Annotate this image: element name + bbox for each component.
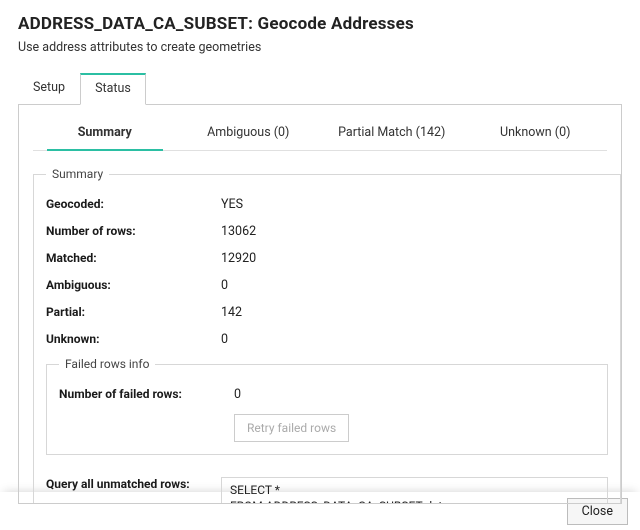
label-matched: Matched: [46, 251, 221, 265]
failed-rows-fieldset: Failed rows info Number of failed rows: … [46, 357, 608, 455]
row-failed-count: Number of failed rows: 0 [59, 381, 595, 408]
tab-setup[interactable]: Setup [18, 73, 80, 105]
tab-unknown[interactable]: Unknown (0) [464, 117, 608, 150]
summary-fieldset: Summary Geocoded: YES Number of rows: 13… [33, 167, 621, 504]
value-geocoded: YES [221, 197, 608, 212]
inner-tabs: Summary Ambiguous (0) Partial Match (142… [33, 117, 607, 151]
row-matched: Matched: 12920 [46, 245, 608, 272]
value-failed-count: 0 [234, 387, 595, 402]
status-panel: Summary Ambiguous (0) Partial Match (142… [18, 104, 622, 504]
label-num-rows: Number of rows: [46, 224, 221, 238]
summary-legend: Summary [46, 167, 109, 181]
label-geocoded: Geocoded: [46, 197, 221, 211]
tab-status[interactable]: Status [80, 73, 146, 105]
value-num-rows: 13062 [221, 224, 608, 239]
value-partial: 142 [221, 305, 608, 320]
value-ambiguous: 0 [221, 278, 608, 293]
outer-tabs: Setup Status [18, 73, 622, 105]
query-unmatched-sql[interactable]: SELECT * FROM ADDRESS_DATA_CA_SUBSET dst… [221, 477, 608, 504]
tab-summary[interactable]: Summary [33, 117, 177, 150]
row-unknown: Unknown: 0 [46, 326, 608, 353]
page-title: ADDRESS_DATA_CA_SUBSET: Geocode Addresse… [18, 14, 622, 34]
label-failed-count: Number of failed rows: [59, 387, 234, 401]
failed-rows-legend: Failed rows info [59, 357, 155, 371]
row-geocoded: Geocoded: YES [46, 191, 608, 218]
row-query-unmatched: Query all unmatched rows: SELECT * FROM … [46, 471, 608, 504]
label-query-unmatched: Query all unmatched rows: [46, 477, 221, 491]
label-ambiguous: Ambiguous: [46, 278, 221, 292]
value-unknown: 0 [221, 332, 608, 347]
row-partial: Partial: 142 [46, 299, 608, 326]
label-partial: Partial: [46, 305, 221, 319]
label-unknown: Unknown: [46, 332, 221, 346]
tab-ambiguous[interactable]: Ambiguous (0) [177, 117, 321, 150]
row-num-rows: Number of rows: 13062 [46, 218, 608, 245]
tab-partial-match[interactable]: Partial Match (142) [320, 117, 464, 150]
retry-failed-rows-button[interactable]: Retry failed rows [234, 414, 349, 442]
row-ambiguous: Ambiguous: 0 [46, 272, 608, 299]
page-subtitle: Use address attributes to create geometr… [18, 40, 622, 55]
value-matched: 12920 [221, 251, 608, 266]
